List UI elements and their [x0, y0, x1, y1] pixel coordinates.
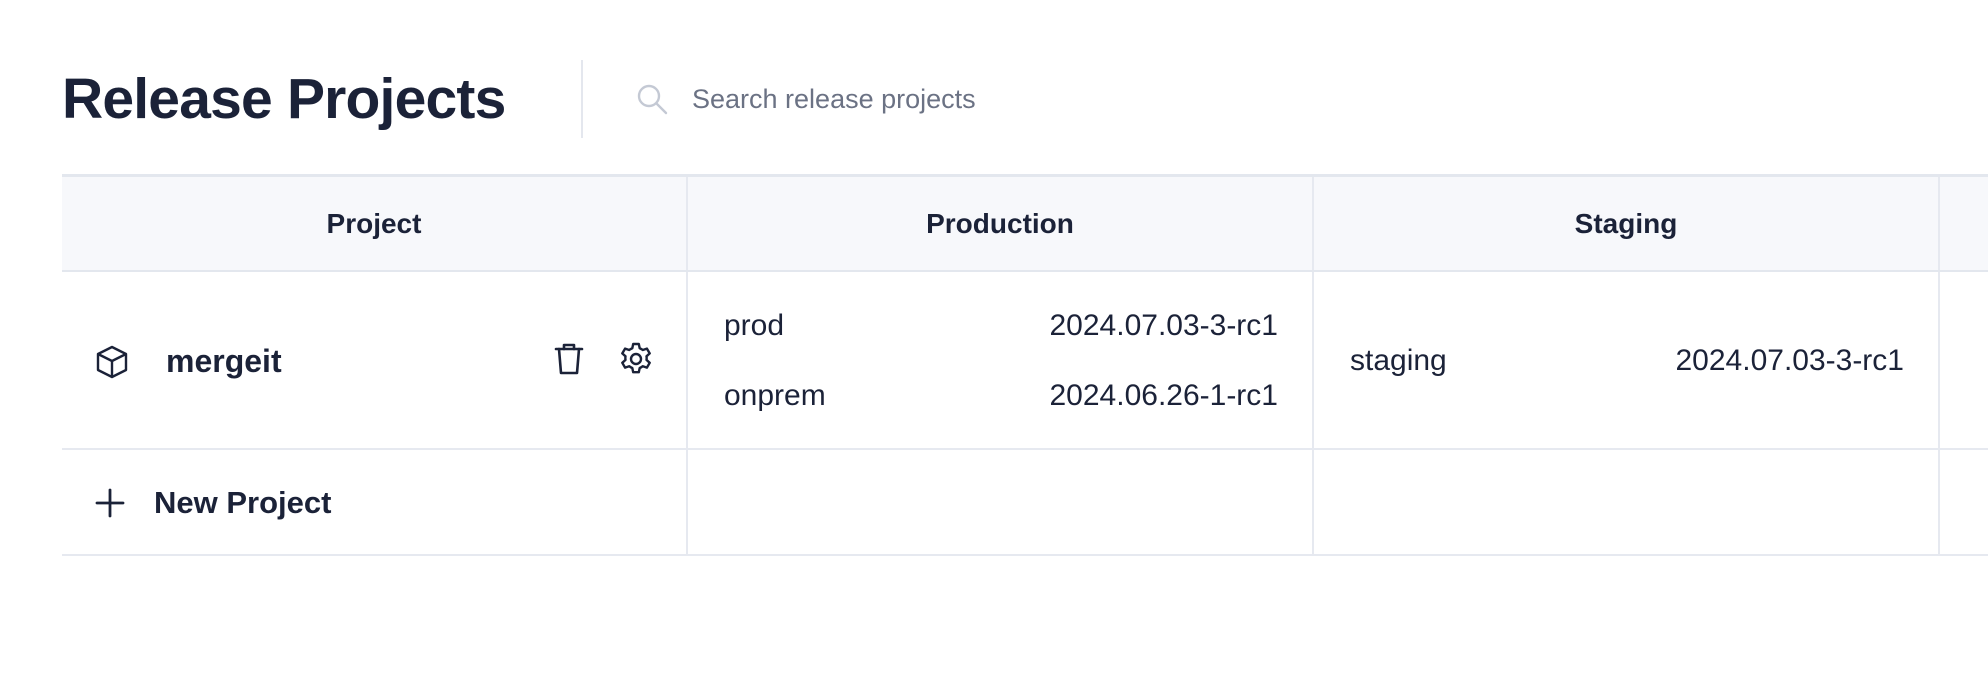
overflow-cell [1940, 272, 1988, 448]
env-name: staging [1350, 344, 1447, 377]
new-project-cell: New Project [62, 450, 688, 554]
new-project-row: New Project [62, 450, 1988, 556]
plus-icon [90, 483, 130, 523]
header-divider [581, 60, 583, 138]
project-settings-button[interactable] [615, 340, 657, 382]
search-bar[interactable] [632, 58, 1332, 140]
column-header-overflow [1940, 177, 1988, 270]
env-row-staging[interactable]: staging 2024.07.03-3-rc1 [1350, 339, 1904, 383]
env-name: onprem [724, 379, 826, 412]
trash-icon [553, 341, 585, 382]
delete-project-button[interactable] [548, 340, 590, 382]
empty-staging-cell [1314, 450, 1940, 554]
column-header-project: Project [62, 177, 688, 270]
staging-env-list: staging 2024.07.03-3-rc1 [1350, 272, 1904, 450]
env-version: 2024.07.03-3-rc1 [1675, 344, 1905, 377]
page-header: Release Projects [62, 58, 1988, 140]
cube-icon [92, 342, 132, 382]
empty-overflow-cell [1940, 450, 1988, 554]
production-cell: prod 2024.07.03-3-rc1 onprem 2024.06.26-… [688, 272, 1314, 448]
production-env-list: prod 2024.07.03-3-rc1 onprem 2024.06.26-… [724, 272, 1278, 450]
new-project-button[interactable]: New Project [90, 450, 331, 556]
new-project-label: New Project [154, 485, 332, 520]
search-input[interactable] [692, 83, 1252, 115]
gear-icon [618, 341, 654, 382]
env-name: prod [724, 309, 785, 342]
search-icon [632, 79, 672, 119]
staging-cell: staging 2024.07.03-3-rc1 [1314, 272, 1940, 448]
project-name[interactable]: mergeit [166, 272, 282, 450]
project-cell[interactable]: mergeit [62, 272, 688, 448]
empty-production-cell [688, 450, 1314, 554]
env-row-prod[interactable]: prod 2024.07.03-3-rc1 [724, 304, 1278, 348]
column-header-staging: Staging [1314, 177, 1940, 270]
env-version: 2024.07.03-3-rc1 [1049, 309, 1279, 342]
env-version: 2024.06.26-1-rc1 [1049, 379, 1279, 412]
table-header-row: Project Production Staging [62, 177, 1988, 272]
page-title: Release Projects [62, 66, 506, 131]
projects-table: Project Production Staging mergeit prod … [62, 174, 1988, 556]
table-row: mergeit prod 2024.07.03-3-rc1 onprem 202… [62, 272, 1988, 450]
env-row-onprem[interactable]: onprem 2024.06.26-1-rc1 [724, 374, 1278, 418]
column-header-production: Production [688, 177, 1314, 270]
